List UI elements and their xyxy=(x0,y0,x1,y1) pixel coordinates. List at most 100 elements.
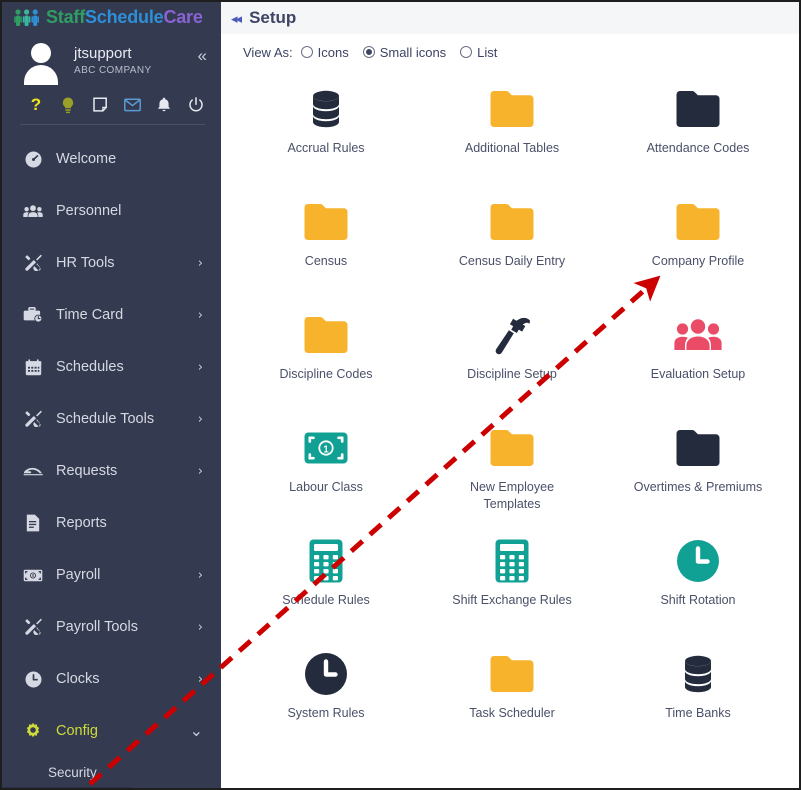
folder-icon xyxy=(302,311,350,359)
setup-tile-label: Attendance Codes xyxy=(646,141,750,155)
setup-tile[interactable]: Company Profile xyxy=(605,185,791,298)
people-icon xyxy=(22,202,44,220)
page-header: ◂◂ Setup xyxy=(221,2,799,34)
sidebar-item-payroll[interactable]: Payroll › xyxy=(2,549,221,601)
setup-tile-label: Time Banks xyxy=(665,706,731,720)
setup-tile[interactable]: Census Daily Entry xyxy=(419,185,605,298)
mail-icon[interactable] xyxy=(116,94,148,116)
setup-tile[interactable]: Task Scheduler xyxy=(419,637,605,750)
setup-tile-label: Schedule Rules xyxy=(282,593,370,607)
bell-icon[interactable] xyxy=(148,94,180,116)
sidebar-subitem-label: Security xyxy=(48,764,97,780)
sidebar-item-label: Time Card xyxy=(56,307,124,323)
sidebar-item-schedule-tools[interactable]: Schedule Tools › xyxy=(2,393,221,445)
power-icon[interactable] xyxy=(180,94,212,116)
sidebar-item-time-card[interactable]: Time Card › xyxy=(2,289,221,341)
sidebar-item-label: Payroll Tools xyxy=(56,619,138,635)
setup-tile[interactable]: 1 Labour Class xyxy=(233,411,419,524)
chevron-icon: › xyxy=(197,307,203,323)
setup-tile[interactable]: Shift Exchange Rules xyxy=(419,524,605,637)
setup-tile[interactable]: Discipline Setup xyxy=(419,298,605,411)
collapse-left-icon[interactable]: ◂◂ xyxy=(231,12,242,25)
setup-tile-label: New Employee Templates xyxy=(469,480,555,511)
setup-tile-label: Shift Exchange Rules xyxy=(452,593,572,607)
folder-icon xyxy=(674,424,722,472)
page-title: Setup xyxy=(249,8,297,27)
clock-filled-icon xyxy=(303,650,349,698)
sidebar-item-personnel[interactable]: Personnel xyxy=(2,185,221,237)
chevron-icon: › xyxy=(197,619,203,635)
sidebar-item-hr-tools[interactable]: HR Tools › xyxy=(2,237,221,289)
sidebar-item-reports[interactable]: Reports xyxy=(2,497,221,549)
setup-tile-label: Census Daily Entry xyxy=(458,254,566,268)
logo-text-care: Care xyxy=(163,6,203,27)
note-icon[interactable] xyxy=(84,94,116,116)
lightbulb-icon[interactable] xyxy=(52,94,84,116)
radio-view-small-icons[interactable]: Small icons xyxy=(362,45,446,60)
app-logo: Staff Schedule Care xyxy=(2,2,221,32)
setup-tile-label: Additional Tables xyxy=(464,141,560,155)
view-as-toolbar: View As: Icons Small icons List xyxy=(221,34,799,70)
setup-tile[interactable]: Evaluation Setup xyxy=(605,298,791,411)
sidebar-item-clocks[interactable]: Clocks › xyxy=(2,653,221,705)
users-group-icon xyxy=(674,311,722,359)
radio-circle-icon xyxy=(362,46,375,58)
radio-view-list[interactable]: List xyxy=(460,45,497,60)
setup-tile[interactable]: Attendance Codes xyxy=(605,72,791,185)
document-icon xyxy=(22,514,44,532)
folder-icon xyxy=(674,85,722,133)
radio-circle-icon xyxy=(300,46,313,58)
folder-icon xyxy=(488,424,536,472)
tools-icon xyxy=(22,254,44,272)
sidebar-item-label: Welcome xyxy=(56,151,117,167)
help-icon[interactable]: ? xyxy=(20,94,52,116)
setup-tile-label: Accrual Rules xyxy=(287,141,365,155)
chevron-icon: › xyxy=(197,567,203,583)
folder-icon xyxy=(488,85,536,133)
setup-tile[interactable]: Schedule Rules xyxy=(233,524,419,637)
sidebar-item-welcome[interactable]: Welcome xyxy=(2,133,221,185)
sidebar-item-schedules[interactable]: Schedules › xyxy=(2,341,221,393)
application-window: Staff Schedule Care jtsupport ABC COMPANY … xyxy=(0,0,801,790)
sidebar-subitem-security[interactable]: Security xyxy=(2,757,221,787)
setup-tile-label: Company Profile xyxy=(651,254,745,268)
sidebar-item-label: Reports xyxy=(56,515,107,531)
chevron-icon: › xyxy=(197,359,203,375)
setup-tile-label: Shift Rotation xyxy=(660,593,736,607)
setup-tile[interactable]: Census xyxy=(233,185,419,298)
radio-view-icons[interactable]: Icons xyxy=(300,45,349,60)
sidebar-item-label: Schedule Tools xyxy=(56,411,155,427)
tools-icon xyxy=(22,618,44,636)
setup-tile[interactable]: New Employee Templates xyxy=(419,411,605,524)
calendar-icon xyxy=(22,358,44,376)
setup-tile-label: Labour Class xyxy=(289,480,363,494)
logo-people-icon xyxy=(14,8,40,26)
sidebar-divider xyxy=(20,124,205,125)
setup-tile[interactable]: System Rules xyxy=(233,637,419,750)
user-profile: jtsupport ABC COMPANY « xyxy=(2,32,221,85)
sidebar-item-payroll-tools[interactable]: Payroll Tools › xyxy=(2,601,221,653)
chevron-icon: › xyxy=(197,411,203,427)
sidebar-item-label: Personnel xyxy=(56,203,122,219)
setup-tile[interactable]: Additional Tables xyxy=(419,72,605,185)
view-as-label: View As: xyxy=(243,44,293,60)
setup-tile[interactable]: Overtimes & Premiums xyxy=(605,411,791,524)
folder-icon xyxy=(488,198,536,246)
setup-tile-label: Evaluation Setup xyxy=(650,367,746,381)
setup-tile[interactable]: Accrual Rules xyxy=(233,72,419,185)
dashboard-icon xyxy=(22,150,44,168)
gear-icon xyxy=(22,722,44,740)
clock-icon xyxy=(22,670,44,688)
sidebar-collapse-button[interactable]: « xyxy=(198,47,208,64)
sidebar-item-config[interactable]: Config ⌄ xyxy=(2,705,221,757)
setup-tile[interactable]: Shift Rotation xyxy=(605,524,791,637)
briefcase-clock-icon xyxy=(22,306,44,324)
folder-icon xyxy=(674,198,722,246)
avatar xyxy=(20,40,62,85)
sidebar-item-requests[interactable]: Requests › xyxy=(2,445,221,497)
chevron-icon: › xyxy=(197,255,203,271)
hand-icon xyxy=(22,462,44,480)
setup-tile[interactable]: Time Banks xyxy=(605,637,791,750)
sidebar-subitem-setup[interactable]: Setup xyxy=(2,787,132,788)
setup-tile[interactable]: Discipline Codes xyxy=(233,298,419,411)
